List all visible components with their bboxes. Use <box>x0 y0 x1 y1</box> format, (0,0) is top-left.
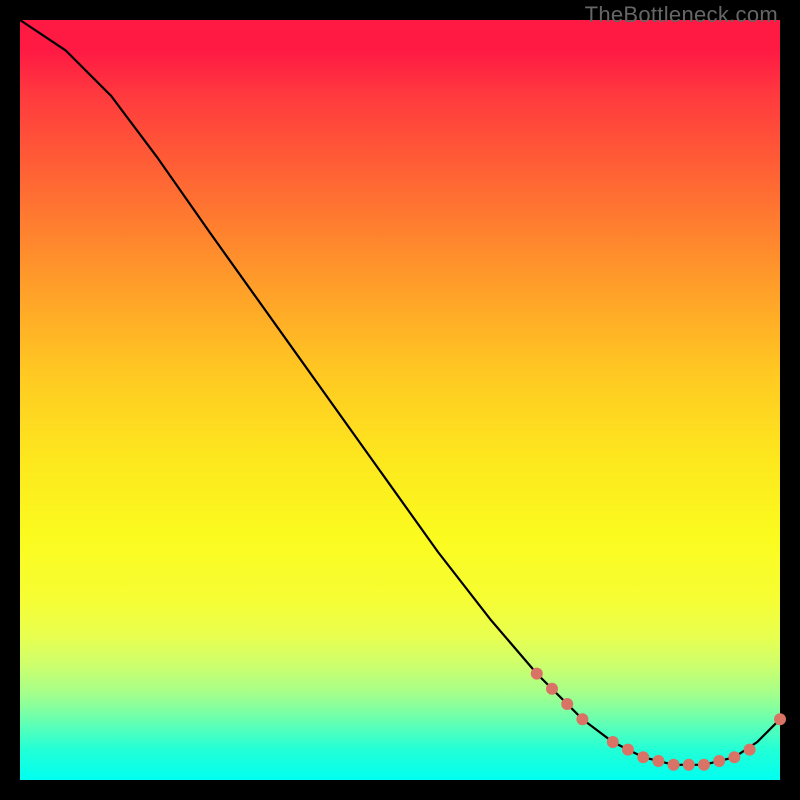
curve-marker <box>683 759 695 771</box>
curve-markers <box>531 668 786 771</box>
chart-svg <box>20 20 780 780</box>
curve-marker <box>698 759 710 771</box>
bottleneck-curve-line <box>20 20 780 765</box>
curve-marker <box>561 698 573 710</box>
curve-marker <box>774 713 786 725</box>
curve-marker <box>668 759 680 771</box>
curve-marker <box>744 744 756 756</box>
curve-marker <box>607 736 619 748</box>
curve-marker <box>531 668 543 680</box>
curve-marker <box>728 751 740 763</box>
curve-marker <box>652 755 664 767</box>
curve-marker <box>622 744 634 756</box>
curve-marker <box>713 755 725 767</box>
curve-marker <box>637 751 649 763</box>
curve-marker <box>546 683 558 695</box>
curve-marker <box>576 713 588 725</box>
